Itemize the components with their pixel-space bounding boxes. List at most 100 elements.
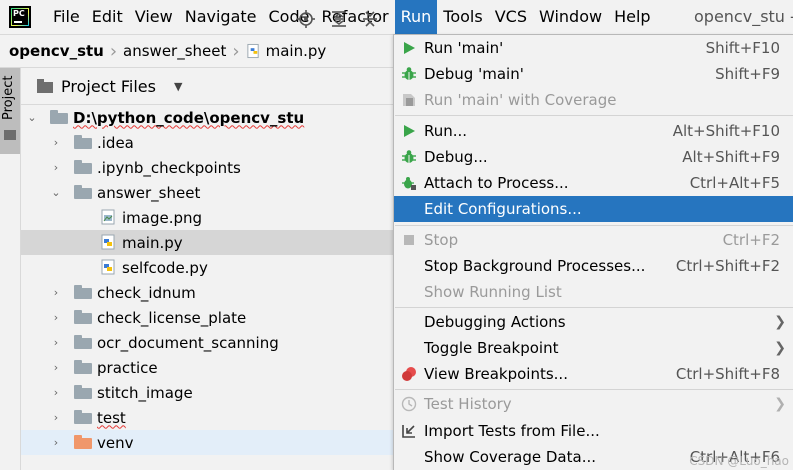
tree-row-label: selfcode.py [122, 258, 208, 277]
tree-row[interactable]: › test [21, 405, 393, 430]
project-panel-header: Project Files ▼ [21, 68, 393, 105]
breadcrumb-file[interactable]: main.py [266, 42, 327, 60]
project-view-selector[interactable]: Project Files [61, 77, 156, 96]
menu-item-shortcut: Ctrl+F2 [722, 231, 780, 249]
tree-row-label: practice [97, 358, 158, 377]
menu-navigate[interactable]: Navigate [179, 0, 263, 34]
tree-row[interactable]: › .idea [21, 130, 393, 155]
breadcrumb-project[interactable]: opencv_stu [9, 42, 104, 60]
tree-row-label: stitch_image [97, 383, 193, 402]
tree-row[interactable]: › stitch_image [21, 380, 393, 405]
menu-item-run-main[interactable]: Run 'main' Shift+F10 [394, 35, 793, 61]
stop-icon [404, 235, 414, 245]
coverage-icon [403, 94, 415, 106]
menu-file[interactable]: File [47, 0, 86, 34]
menu-item-label: Test History [424, 395, 512, 413]
tree-row[interactable]: › practice [21, 355, 393, 380]
menu-run[interactable]: Run [394, 0, 438, 34]
tree-row-label: .idea [97, 133, 134, 152]
tree-row-label: venv [97, 433, 134, 452]
menu-edit[interactable]: Edit [86, 0, 129, 34]
project-tool-tab-label: Project [1, 75, 16, 120]
dropdown-caret-icon[interactable]: ▼ [174, 80, 182, 93]
history-icon [401, 396, 417, 412]
main-menu-bar: PC File Edit View Navigate Code Refactor… [0, 0, 793, 34]
tree-row[interactable]: › check_idnum [21, 280, 393, 305]
menu-item-test-history[interactable]: Test History ❯ [394, 391, 793, 417]
chevron-right-icon[interactable]: › [50, 411, 62, 424]
image-file-icon [101, 209, 115, 225]
chevron-right-icon[interactable]: › [50, 361, 62, 374]
menu-item-label: Debug 'main' [424, 65, 524, 83]
menu-item-run[interactable]: Run... Alt+Shift+F10 [394, 118, 793, 144]
folder-icon [74, 385, 92, 399]
menu-help[interactable]: Help [608, 0, 656, 34]
menu-item-shortcut: Ctrl+Shift+F8 [675, 365, 780, 383]
chevron-down-icon[interactable]: ⌄ [50, 186, 62, 199]
menu-item-label: Import Tests from File... [424, 422, 600, 440]
folder-icon [74, 185, 92, 199]
breadcrumb-folder[interactable]: answer_sheet [123, 42, 226, 60]
menu-item-label: Show Running List [424, 283, 562, 301]
menu-item-edit-configurations[interactable]: Edit Configurations... [394, 196, 793, 222]
menu-item-stop-background-processes[interactable]: Stop Background Processes... Ctrl+Shift+… [394, 253, 793, 279]
chevron-right-icon[interactable]: › [50, 311, 62, 324]
project-tree: ⌄ D:\python_code\opencv_stu › .idea › .i… [21, 105, 393, 470]
menu-item-attach-to-process[interactable]: Attach to Process... Ctrl+Alt+F5 [394, 170, 793, 196]
menu-item-stop[interactable]: Stop Ctrl+F2 [394, 227, 793, 253]
tree-row[interactable]: › check_license_plate [21, 305, 393, 330]
tree-row[interactable]: › .ipynb_checkpoints [21, 155, 393, 180]
folder-icon [74, 160, 92, 174]
breadcrumb-separator-icon: › [232, 40, 240, 62]
collapse-all-icon[interactable] [360, 9, 380, 29]
tree-row[interactable]: › venv [21, 430, 393, 455]
menu-item-debug-main[interactable]: Debug 'main' Shift+F9 [394, 61, 793, 87]
tree-root-row[interactable]: ⌄ D:\python_code\opencv_stu [21, 105, 393, 130]
tree-row-label: image.png [122, 208, 203, 227]
menu-refactor[interactable]: Refactor [315, 0, 394, 34]
expand-all-icon[interactable] [329, 9, 349, 29]
chevron-right-icon[interactable]: › [50, 336, 62, 349]
menu-view[interactable]: View [129, 0, 179, 34]
tree-row-label: check_license_plate [97, 308, 247, 327]
chevron-right-icon[interactable]: › [50, 161, 62, 174]
menu-item-toggle-breakpoint[interactable]: Toggle Breakpoint ❯ [394, 335, 793, 361]
breakpoints-icon [402, 367, 416, 381]
project-tab-folder-icon [4, 130, 16, 140]
tree-row[interactable]: selfcode.py [21, 255, 393, 280]
menu-item-label: Run... [424, 122, 468, 140]
tree-row-label: test [97, 408, 126, 427]
chevron-right-icon[interactable]: › [50, 136, 62, 149]
menu-item-shortcut: Alt+Shift+F9 [682, 148, 780, 166]
tree-row-selected[interactable]: main.py [21, 230, 393, 255]
menu-item-import-tests[interactable]: Import Tests from File... [394, 418, 793, 444]
tree-row-label: .ipynb_checkpoints [97, 158, 241, 177]
tree-root-label: D:\python_code\opencv_stu [73, 108, 305, 127]
folder-icon [74, 285, 92, 299]
tree-row-label: main.py [122, 233, 183, 252]
menu-item-debug[interactable]: Debug... Alt+Shift+F9 [394, 144, 793, 170]
menu-tools[interactable]: Tools [437, 0, 488, 34]
tree-row[interactable]: ⌄ answer_sheet [21, 180, 393, 205]
crosshair-icon[interactable] [296, 9, 316, 29]
tree-row[interactable]: › ocr_document_scanning [21, 330, 393, 355]
menu-item-show-running-list[interactable]: Show Running List [394, 279, 793, 305]
python-file-icon [101, 234, 115, 250]
menu-item-label: Run 'main' with Coverage [424, 91, 617, 109]
menu-item-label: Toggle Breakpoint [424, 339, 559, 357]
folder-icon [74, 410, 92, 424]
menu-item-view-breakpoints[interactable]: View Breakpoints... Ctrl+Shift+F8 [394, 361, 793, 387]
chevron-right-icon[interactable]: › [50, 286, 62, 299]
chevron-right-icon: ❯ [774, 340, 786, 356]
menu-separator [395, 115, 793, 116]
chevron-down-icon[interactable]: ⌄ [26, 111, 38, 124]
tree-row[interactable]: image.png [21, 205, 393, 230]
menu-item-debugging-actions[interactable]: Debugging Actions ❯ [394, 309, 793, 335]
menu-window[interactable]: Window [533, 0, 608, 34]
chevron-right-icon[interactable]: › [50, 436, 62, 449]
folder-icon [74, 310, 92, 324]
folder-icon [50, 110, 68, 124]
chevron-right-icon[interactable]: › [50, 386, 62, 399]
menu-item-run-with-coverage[interactable]: Run 'main' with Coverage [394, 87, 793, 113]
menu-vcs[interactable]: VCS [489, 0, 533, 34]
